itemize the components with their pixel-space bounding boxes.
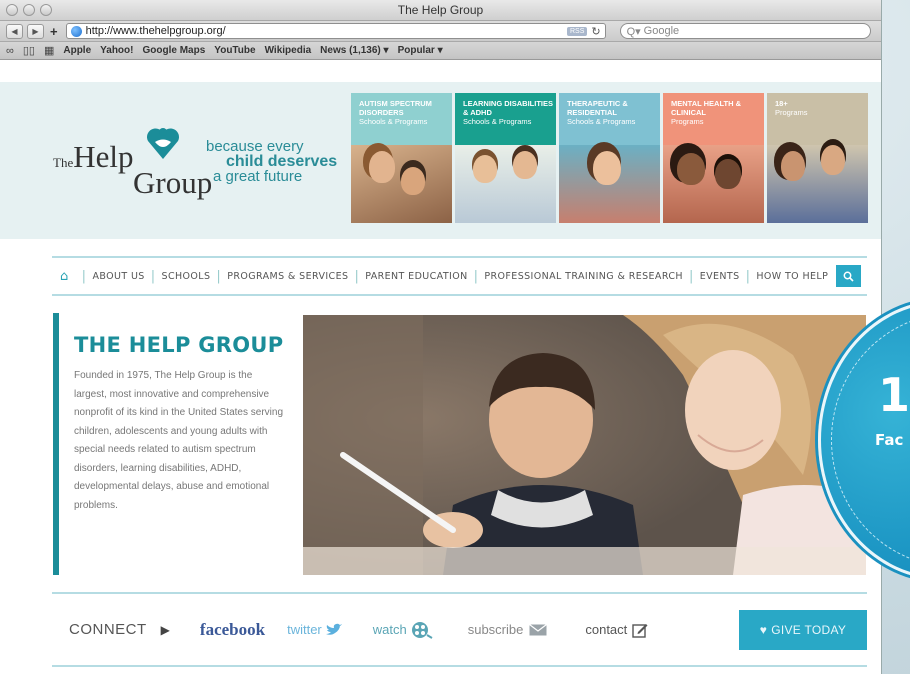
logo-group: Group — [133, 165, 213, 200]
home-icon[interactable]: ⌂ — [60, 269, 69, 284]
reload-icon[interactable]: ↻ — [591, 25, 600, 38]
tile-learning-disabilities[interactable]: LEARNING DISABILITIES & ADHD Schools & Pr… — [455, 93, 556, 223]
twitter-bird-icon — [325, 623, 342, 635]
badge-text: Fac — [875, 431, 904, 449]
hero-photo — [303, 315, 866, 575]
site-search-button[interactable] — [836, 265, 861, 287]
bookmark-wikipedia[interactable]: Wikipedia — [265, 45, 312, 56]
add-bookmark-icon[interactable]: + — [48, 24, 60, 39]
play-arrow-icon: ▶ — [160, 622, 170, 637]
reading-list-icon[interactable]: ∞ — [6, 45, 14, 57]
logo-help: Help — [73, 139, 134, 174]
site-logo[interactable]: TheHelp Group because every child deserv… — [53, 125, 343, 200]
desktop: The Help Group ◀ ▶ + http://www.thehelpg… — [0, 0, 910, 674]
address-bar[interactable]: http://www.thehelpgroup.org/ RSS ↻ — [65, 23, 606, 39]
tile-therapeutic[interactable]: THERAPEUTIC & RESIDENTIAL Schools & Progr… — [559, 93, 660, 223]
badge-number: 1 — [878, 368, 910, 422]
nav-programs-services[interactable]: PROGRAMS & SERVICES — [227, 271, 348, 282]
give-today-button[interactable]: ♥ GIVE TODAY — [739, 609, 867, 650]
twitter-link[interactable]: twitter — [287, 622, 343, 637]
bookmark-news[interactable]: News (1,136) ▾ — [320, 45, 388, 56]
browser-window: The Help Group ◀ ▶ + http://www.thehelpg… — [0, 0, 882, 674]
back-button[interactable]: ◀ — [6, 23, 23, 39]
window-title: The Help Group — [397, 3, 484, 17]
logo-tagline: because every child deserves a great fut… — [206, 138, 338, 185]
envelope-icon — [529, 623, 548, 635]
subscribe-link[interactable]: subscribe — [468, 622, 548, 637]
url-text[interactable]: http://www.thehelpgroup.org/ — [86, 25, 563, 37]
bookmarks-bar: ∞ ▯▯ ▦ Apple Yahoo! Google Maps YouTube … — [0, 42, 881, 60]
help-group-heart-icon — [147, 128, 179, 159]
forward-button[interactable]: ▶ — [27, 23, 44, 39]
nav-schools[interactable]: SCHOOLS — [162, 271, 211, 282]
nav-events[interactable]: EVENTS — [700, 271, 740, 282]
tile-photo — [351, 145, 452, 223]
search-field[interactable]: Q▾ Google — [619, 23, 871, 39]
tile-photo — [559, 145, 660, 223]
search-icon: Q▾ — [626, 25, 641, 38]
about-body: Founded in 1975, The Help Group is the l… — [74, 370, 284, 511]
search-placeholder: Google — [643, 25, 680, 37]
logo-the: The — [53, 155, 74, 170]
tile-photo — [663, 145, 764, 223]
site-header: TheHelp Group because every child deserv… — [0, 82, 881, 239]
heart-icon: ♥ — [759, 622, 768, 637]
about-heading: THE HELP GROUP — [74, 333, 284, 357]
main-navigation: ⌂ | ABOUT US | SCHOOLS | PROGRAMS & SERV… — [52, 256, 867, 296]
search-icon — [843, 271, 854, 282]
toolbar: ◀ ▶ + http://www.thehelpgroup.org/ RSS ↻… — [0, 21, 881, 42]
bookmark-apple[interactable]: Apple — [63, 45, 91, 56]
edit-pencil-icon — [632, 623, 648, 638]
facebook-link[interactable]: facebook — [200, 620, 265, 640]
tile-mental-health[interactable]: MENTAL HEALTH & CLINICAL Programs — [663, 93, 764, 223]
title-bar: The Help Group — [0, 0, 881, 21]
watch-link[interactable]: watch — [373, 621, 433, 639]
tile-photo — [455, 145, 556, 223]
top-sites-grid-icon[interactable]: ▦ — [44, 44, 54, 57]
bookmarks-book-icon[interactable]: ▯▯ — [23, 44, 35, 57]
about-section: THE HELP GROUP Founded in 1975, The Help… — [53, 313, 301, 575]
globe-icon — [70, 25, 82, 37]
bookmark-youtube[interactable]: YouTube — [214, 45, 255, 56]
connect-label: CONNECT — [69, 621, 147, 638]
bookmark-google-maps[interactable]: Google Maps — [142, 45, 205, 56]
tile-18-plus[interactable]: 18+ Programs — [767, 93, 868, 223]
bookmark-yahoo[interactable]: Yahoo! — [100, 45, 133, 56]
connect-bar: CONNECT ▶ facebook twitter watch subscri… — [52, 592, 867, 667]
hero-illustration — [303, 315, 866, 575]
contact-link[interactable]: contact — [585, 622, 648, 638]
bookmark-popular[interactable]: Popular ▾ — [398, 45, 443, 56]
tile-photo — [767, 145, 868, 223]
web-page: TheHelp Group because every child deserv… — [0, 82, 881, 674]
nav-about-us[interactable]: ABOUT US — [92, 271, 144, 282]
film-reel-icon — [411, 621, 433, 639]
tile-autism[interactable]: AUTISM SPECTRUM DISORDERS Schools & Progr… — [351, 93, 452, 223]
nav-how-to-help[interactable]: HOW TO HELP — [756, 271, 828, 282]
nav-professional-training[interactable]: PROFESSIONAL TRAINING & RESEARCH — [484, 271, 683, 282]
nav-parent-education[interactable]: PARENT EDUCATION — [365, 271, 467, 282]
rss-icon[interactable]: RSS — [566, 26, 588, 36]
